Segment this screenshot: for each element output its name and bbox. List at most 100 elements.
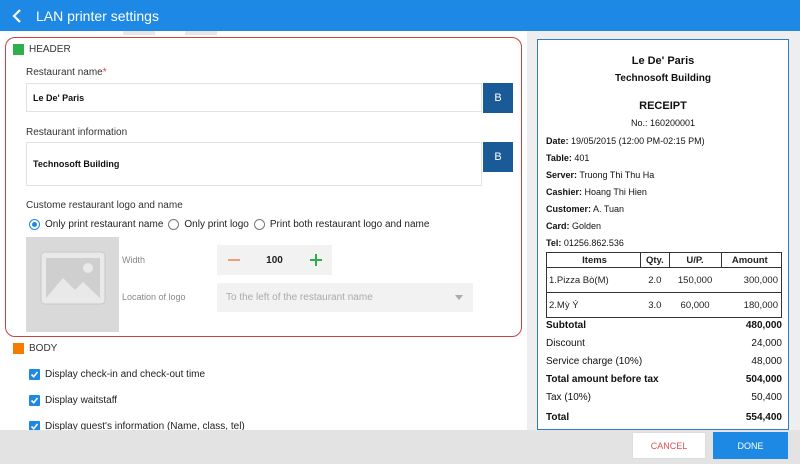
receipt-tel-value: 01256.862.536 bbox=[563, 238, 624, 248]
item-unit-price: 60,000 bbox=[669, 292, 722, 318]
checkbox-waitstaff[interactable]: Display waitstaff bbox=[29, 395, 117, 406]
total-row: Total 554,400 bbox=[546, 412, 782, 423]
receipt-customer-label: Customer: bbox=[546, 204, 592, 214]
item-name: 1.Pizza Bò(M) bbox=[545, 267, 641, 293]
back-button[interactable] bbox=[0, 0, 34, 31]
receipt-customer: Customer: A. Tuan bbox=[546, 204, 624, 214]
restaurant-info-input[interactable]: Technosoft Building bbox=[26, 142, 482, 186]
required-mark: * bbox=[102, 67, 107, 78]
chevron-left-icon bbox=[12, 8, 21, 23]
item-unit-price: 150,000 bbox=[669, 267, 722, 293]
receipt-title: RECEIPT bbox=[639, 100, 687, 112]
logo-option-group: Only print restaurant name Only print lo… bbox=[29, 219, 434, 230]
checkbox-checkin-label: Display check-in and check-out time bbox=[45, 369, 206, 380]
receipt-restaurant-info: Technosoft Building bbox=[615, 73, 711, 84]
page-title: LAN printer settings bbox=[36, 7, 159, 24]
receipt-date-label: Date: bbox=[546, 136, 569, 146]
minus-icon bbox=[227, 259, 240, 261]
discount-value: 24,000 bbox=[751, 338, 782, 349]
column-header: U/P. bbox=[668, 252, 722, 268]
item-name: 2.Mỳ Ý bbox=[545, 292, 641, 318]
radio-unselected-icon[interactable] bbox=[253, 219, 265, 230]
receipt-card-value: Golden bbox=[572, 221, 602, 231]
restaurant-name-input[interactable]: Le De' Paris bbox=[26, 83, 482, 112]
before-tax-row: Total amount before tax 504,000 bbox=[546, 374, 782, 385]
body-section-label: BODY bbox=[29, 343, 58, 354]
receipt-cashier: Cashier: Hoang Thi Hien bbox=[546, 187, 647, 197]
checkbox-waitstaff-label: Display waitstaff bbox=[45, 395, 118, 406]
radio-unselected-icon[interactable] bbox=[168, 219, 180, 230]
scrolled-tab bbox=[123, 31, 155, 35]
logo-location-value: To the left of the restaurant name bbox=[226, 292, 373, 303]
table-row: 1.Pizza Bò(M) 2.0 150,000 300,000 bbox=[545, 267, 783, 293]
receipt-table: Table: 401 bbox=[546, 153, 589, 163]
item-amount: 180,000 bbox=[721, 292, 783, 318]
receipt-card: Card: Golden bbox=[546, 221, 601, 231]
app-bar: LAN printer settings bbox=[0, 0, 800, 31]
logo-upload-placeholder[interactable] bbox=[26, 237, 119, 332]
subtotal-label: Subtotal bbox=[546, 320, 586, 331]
header-section-label: HEADER bbox=[29, 44, 71, 55]
tax-row: Tax (10%) 50,400 bbox=[546, 392, 782, 403]
width-stepper: 100 bbox=[217, 245, 332, 275]
receipt-server: Server: Truong Thi Thu Ha bbox=[546, 170, 654, 180]
cancel-button[interactable]: CANCEL bbox=[632, 432, 706, 459]
receipt-card-label: Card: bbox=[546, 221, 570, 231]
radio-only-name[interactable]: Only print restaurant name bbox=[29, 219, 163, 230]
image-placeholder-icon bbox=[40, 251, 105, 304]
subtotal-value: 480,000 bbox=[745, 320, 782, 331]
green-square-icon bbox=[13, 44, 24, 55]
discount-label: Discount bbox=[546, 338, 585, 349]
body-section-title: BODY bbox=[13, 343, 57, 354]
restaurant-info-bold-button[interactable]: B bbox=[483, 142, 513, 172]
radio-logo-and-name[interactable]: Print both restaurant logo and name bbox=[253, 219, 430, 230]
orange-square-icon bbox=[13, 343, 24, 354]
checkbox-checked-icon[interactable] bbox=[29, 421, 40, 430]
table-row: 2.Mỳ Ý 3.0 60,000 180,000 bbox=[545, 292, 783, 318]
increase-width-button[interactable] bbox=[299, 245, 332, 275]
restaurant-name-label: Restaurant name* bbox=[26, 67, 107, 78]
table-header-row: Items Qty. U/P. Amount bbox=[545, 252, 783, 268]
logo-location-select[interactable]: To the left of the restaurant name bbox=[217, 283, 473, 312]
checkbox-checked-icon[interactable] bbox=[29, 369, 40, 380]
total-label: Total bbox=[546, 412, 570, 423]
before-tax-label: Total amount before tax bbox=[546, 374, 659, 385]
service-charge-label: Service charge (10%) bbox=[546, 356, 643, 367]
receipt-table-label: Table: bbox=[546, 153, 572, 163]
chevron-down-icon bbox=[455, 295, 463, 300]
checkbox-guest-info-label: Display guest's information (Name, class… bbox=[45, 421, 245, 430]
checkbox-checkin-time[interactable]: Display check-in and check-out time bbox=[29, 369, 205, 380]
item-qty: 2.0 bbox=[640, 267, 670, 293]
receipt-customer-value: A. Tuan bbox=[593, 204, 625, 214]
subtotal-row: Subtotal 480,000 bbox=[546, 320, 782, 331]
width-label: Width bbox=[122, 255, 146, 265]
plus-icon bbox=[309, 254, 322, 266]
service-charge-value: 48,000 bbox=[751, 356, 782, 367]
restaurant-name-label-text: Restaurant name bbox=[26, 67, 103, 78]
receipt-preview-panel: Le De' Paris Technosoft Building RECEIPT… bbox=[527, 31, 800, 430]
column-header: Items bbox=[545, 252, 642, 268]
scrolled-tab bbox=[185, 31, 217, 35]
receipt-tel: Tel: 01256.862.536 bbox=[546, 238, 624, 248]
radio-selected-icon[interactable] bbox=[29, 219, 40, 230]
receipt-preview[interactable]: Le De' Paris Technosoft Building RECEIPT… bbox=[537, 39, 789, 430]
checkbox-checked-icon[interactable] bbox=[29, 395, 40, 406]
done-button[interactable]: DONE bbox=[713, 432, 788, 459]
tax-value: 50,400 bbox=[751, 392, 782, 403]
radio-only-logo[interactable]: Only print logo bbox=[168, 219, 249, 230]
receipt-table-value: 401 bbox=[574, 153, 590, 163]
settings-panel[interactable]: HEADER Restaurant name* Le De' Paris B R… bbox=[0, 31, 527, 430]
receipt-number: No.: 160200001 bbox=[630, 118, 696, 128]
receipt-tel-label: Tel: bbox=[546, 238, 562, 248]
total-value: 554,400 bbox=[745, 412, 782, 423]
receipt-date-value: 19/05/2015 (12:00 PM-02:15 PM) bbox=[571, 136, 705, 146]
width-value[interactable]: 100 bbox=[250, 255, 299, 266]
location-label: Location of logo bbox=[122, 292, 186, 302]
radio-logo-and-name-label: Print both restaurant logo and name bbox=[269, 219, 430, 230]
decrease-width-button[interactable] bbox=[217, 245, 250, 275]
column-header: Amount bbox=[720, 252, 783, 268]
receipt-server-value: Truong Thi Thu Ha bbox=[579, 170, 655, 180]
restaurant-name-bold-button[interactable]: B bbox=[483, 83, 513, 113]
service-charge-row: Service charge (10%) 48,000 bbox=[546, 356, 782, 367]
checkbox-guest-info[interactable]: Display guest's information (Name, class… bbox=[29, 421, 245, 430]
